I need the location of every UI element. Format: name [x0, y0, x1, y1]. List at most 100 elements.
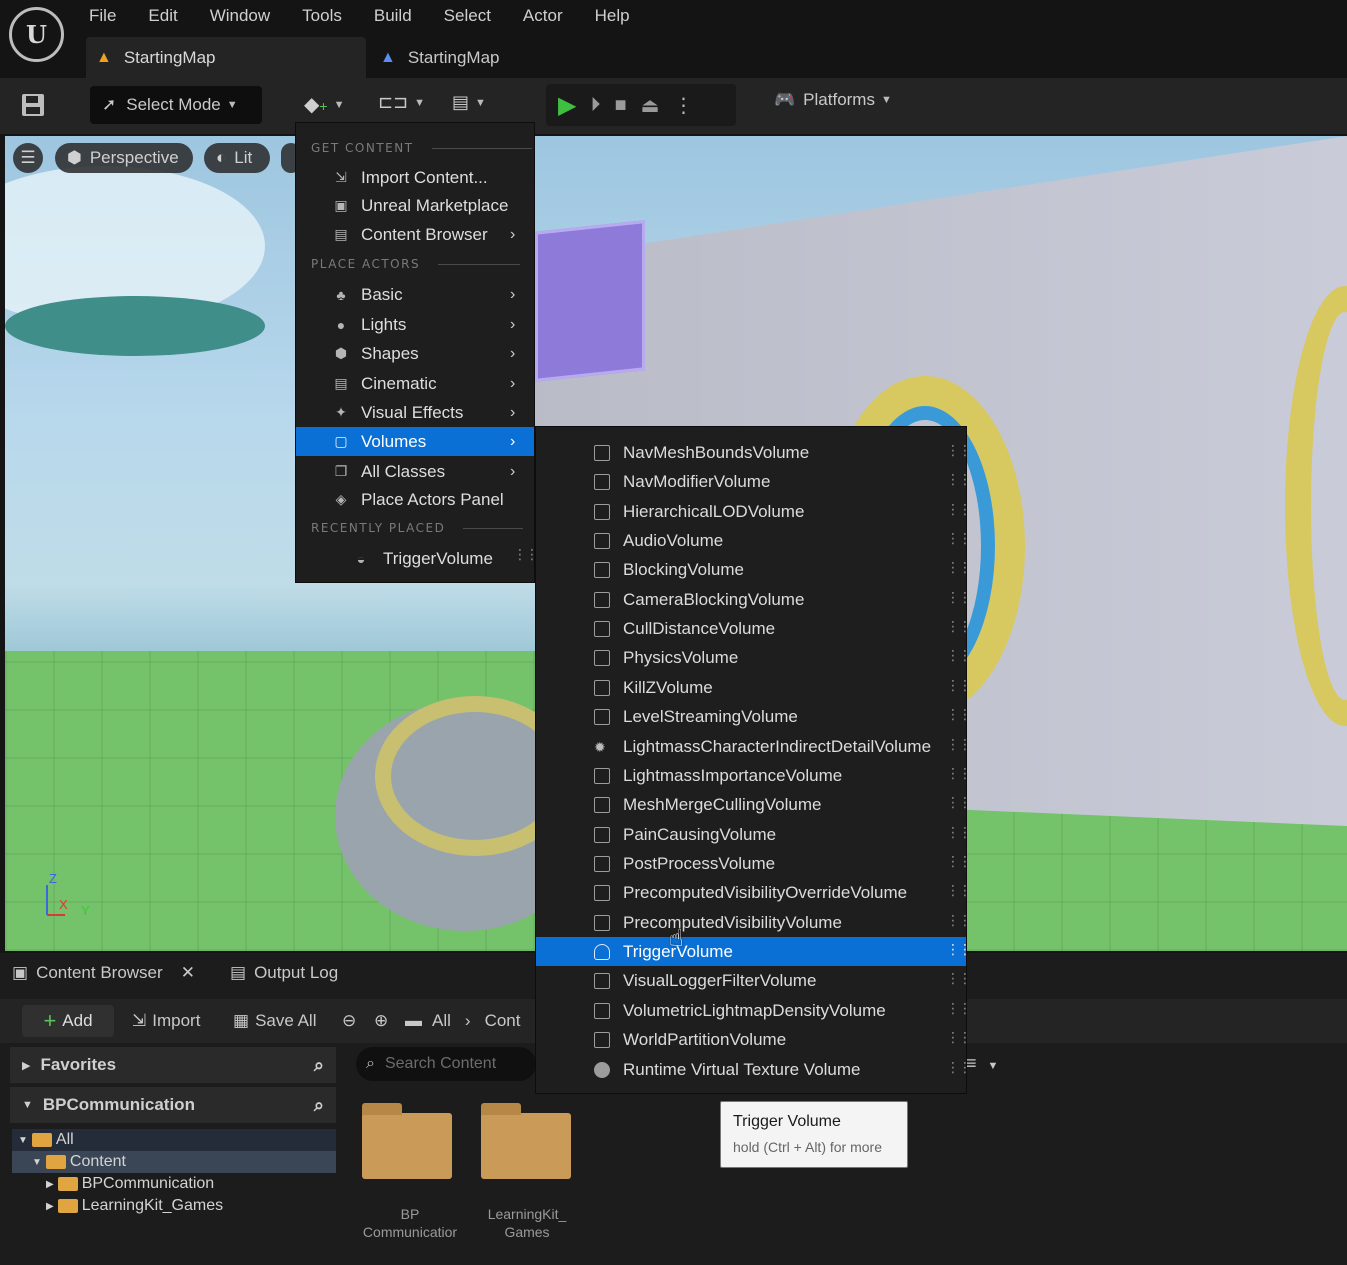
drag-handle-icon[interactable]: ⋮⋮: [946, 678, 972, 692]
volume-item-precomputedvisibilityoverridevolume[interactable]: PrecomputedVisibilityOverrideVolume ⋮⋮: [536, 878, 972, 907]
menu-build[interactable]: Build: [358, 4, 428, 28]
menu-tools[interactable]: Tools: [286, 4, 358, 28]
drag-handle-icon[interactable]: ⋮⋮: [946, 766, 972, 780]
menu-file[interactable]: File: [73, 4, 132, 28]
favorites-section[interactable]: ▶ Favorites ⌕: [10, 1047, 336, 1083]
volume-item-killzvolume[interactable]: KillZVolume ⋮⋮: [536, 673, 972, 702]
eject-icon[interactable]: ⏏: [641, 93, 660, 118]
drag-handle-icon[interactable]: ⋮⋮: [946, 472, 972, 486]
volume-item-visualloggerfiltervolume[interactable]: VisualLoggerFilterVolume ⋮⋮: [536, 966, 972, 995]
menu-all-classes[interactable]: ❐ All Classes ›: [296, 457, 534, 486]
drag-handle-icon[interactable]: ⋮⋮: [946, 737, 972, 751]
drag-handle-icon[interactable]: ⋮⋮: [946, 825, 972, 839]
volume-item-physicsvolume[interactable]: PhysicsVolume ⋮⋮: [536, 643, 972, 672]
play-icon[interactable]: ▶: [558, 91, 576, 120]
drag-handle-icon[interactable]: ⋮⋮: [946, 1001, 972, 1015]
add-button[interactable]: + Add: [22, 1005, 114, 1037]
menu-cinematic[interactable]: ▤ Cinematic ›: [296, 369, 534, 398]
drag-handle-icon[interactable]: ⋮⋮: [946, 942, 972, 956]
more-options-icon[interactable]: ⋮: [673, 93, 693, 118]
drag-handle-icon[interactable]: ⋮⋮: [946, 619, 972, 633]
tab-content-browser[interactable]: ▣ Content Browser ✕: [12, 963, 195, 983]
volume-item-triggervolume[interactable]: TriggerVolume ⋮⋮: [536, 937, 972, 966]
menu-basic[interactable]: ♣ Basic ›: [296, 280, 534, 309]
add-content-button[interactable]: ◆+ ▼: [304, 92, 344, 117]
tree-item-all[interactable]: ▼ All: [12, 1129, 336, 1151]
menu-content-browser[interactable]: ▤ Content Browser ›: [296, 220, 534, 249]
platforms-dropdown[interactable]: 🎮 Platforms ▼: [774, 90, 892, 110]
volume-item-lightmassimportancevolume[interactable]: LightmassImportanceVolume ⋮⋮: [536, 761, 972, 790]
folder-tile-learningkit-games[interactable]: [481, 1103, 571, 1179]
folder-tile-bpcommunication[interactable]: [362, 1103, 452, 1179]
save-button[interactable]: [20, 92, 48, 118]
search-content-input[interactable]: ⌕ Search Content: [356, 1047, 536, 1081]
menu-window[interactable]: Window: [194, 4, 286, 28]
tree-item-learningkit-games[interactable]: ▶ LearningKit_Games: [12, 1195, 336, 1217]
menu-edit[interactable]: Edit: [132, 4, 193, 28]
menu-shapes[interactable]: ⬢ Shapes ›: [296, 339, 534, 368]
tab-starting-map-blueprint[interactable]: ▲ StartingMap: [380, 37, 500, 78]
tab-output-log[interactable]: ▤ Output Log: [230, 963, 338, 983]
drag-handle-icon[interactable]: ⋮⋮: [946, 560, 972, 574]
drag-handle-icon[interactable]: ⋮⋮: [946, 1030, 972, 1044]
volume-item-volumetriclightmapdensityvolume[interactable]: VolumetricLightmapDensityVolume ⋮⋮: [536, 996, 972, 1025]
volume-item-levelstreamingvolume[interactable]: LevelStreamingVolume ⋮⋮: [536, 702, 972, 731]
menu-lights[interactable]: ● Lights ›: [296, 310, 534, 339]
drag-handle-icon[interactable]: ⋮⋮: [946, 590, 972, 604]
breadcrumb-content[interactable]: Cont: [485, 1011, 521, 1031]
drag-handle-icon[interactable]: ⋮⋮: [946, 795, 972, 809]
drag-handle-icon[interactable]: ⋮⋮: [946, 502, 972, 516]
menu-select[interactable]: Select: [428, 4, 507, 28]
drag-handle-icon[interactable]: ⋮⋮: [946, 531, 972, 545]
blueprint-button[interactable]: ⊏⊐ ▼: [378, 92, 425, 113]
volume-item-runtime-virtual-texture-volume[interactable]: Runtime Virtual Texture Volume ⋮⋮: [536, 1055, 972, 1084]
select-mode-dropdown[interactable]: ➚ Select Mode ▼: [90, 86, 262, 124]
filter-button[interactable]: ≡ ▼: [966, 1053, 998, 1074]
volume-item-worldpartitionvolume[interactable]: WorldPartitionVolume ⋮⋮: [536, 1025, 972, 1054]
tree-item-bpcommunication[interactable]: ▶ BPCommunication: [12, 1173, 336, 1195]
volume-item-audiovolume[interactable]: AudioVolume ⋮⋮: [536, 526, 972, 555]
volume-item-paincausingvolume[interactable]: PainCausingVolume ⋮⋮: [536, 820, 972, 849]
menu-visual-effects[interactable]: ✦ Visual Effects ›: [296, 398, 534, 427]
volume-item-culldistancevolume[interactable]: CullDistanceVolume ⋮⋮: [536, 614, 972, 643]
drag-handle-icon[interactable]: ⋮⋮: [946, 707, 972, 721]
perspective-button[interactable]: ⬢ Perspective: [55, 143, 193, 173]
tab-starting-map-active[interactable]: ▲ StartingMap: [86, 37, 366, 78]
drag-handle-icon[interactable]: ⋮⋮: [946, 443, 972, 457]
close-icon[interactable]: ✕: [181, 963, 195, 983]
drag-handle-icon[interactable]: ⋮⋮: [946, 648, 972, 662]
drag-handle-icon[interactable]: ⋮⋮: [946, 854, 972, 868]
menu-place-actors-panel[interactable]: ◈ Place Actors Panel: [296, 485, 534, 514]
save-all-button[interactable]: ▦ Save All: [233, 1011, 317, 1031]
menu-actor[interactable]: Actor: [507, 4, 579, 28]
unreal-logo-icon[interactable]: U: [9, 7, 64, 62]
volume-item-camerablockingvolume[interactable]: CameraBlockingVolume ⋮⋮: [536, 585, 972, 614]
menu-recent-trigger-volume[interactable]: ◒ TriggerVolume ⋮⋮: [296, 544, 539, 573]
drag-handle-icon[interactable]: ⋮⋮: [946, 1060, 972, 1074]
history-back-button[interactable]: ⊖: [342, 1011, 356, 1031]
viewport-options-button[interactable]: ☰: [13, 143, 43, 173]
drag-handle-icon[interactable]: ⋮⋮: [946, 883, 972, 897]
step-icon[interactable]: ⏵: [590, 94, 600, 117]
volume-item-navmodifiervolume[interactable]: NavModifierVolume ⋮⋮: [536, 467, 972, 496]
volume-item-lightmasscharacterindirectdetailvolume[interactable]: ✹ LightmassCharacterIndirectDetailVolume ⋮…: [536, 732, 972, 761]
menu-unreal-marketplace[interactable]: ▣ Unreal Marketplace: [296, 191, 534, 220]
drag-handle-icon[interactable]: ⋮⋮: [946, 971, 972, 985]
menu-volumes[interactable]: ▢ Volumes ›: [296, 427, 534, 456]
project-section[interactable]: ▼ BPCommunication ⌕: [10, 1087, 336, 1123]
volume-item-blockingvolume[interactable]: BlockingVolume ⋮⋮: [536, 555, 972, 584]
menu-import-content[interactable]: ⇲ Import Content...: [296, 163, 534, 192]
volume-item-navmeshboundsvolume[interactable]: NavMeshBoundsVolume ⋮⋮: [536, 438, 972, 467]
lit-button[interactable]: ◐ Lit: [204, 143, 270, 173]
drag-handle-icon[interactable]: ⋮⋮: [513, 547, 539, 561]
cinematics-button[interactable]: ▤ ▼: [452, 92, 486, 113]
volume-item-postprocessvolume[interactable]: PostProcessVolume ⋮⋮: [536, 849, 972, 878]
tree-item-content[interactable]: ▼ Content: [12, 1151, 336, 1173]
search-icon[interactable]: ⌕: [314, 1095, 324, 1116]
drag-handle-icon[interactable]: ⋮⋮: [946, 913, 972, 927]
import-button[interactable]: ⇲ Import: [132, 1011, 200, 1031]
volume-item-meshmergecullingvolume[interactable]: MeshMergeCullingVolume ⋮⋮: [536, 790, 972, 819]
stop-icon[interactable]: ■: [614, 94, 626, 117]
history-forward-button[interactable]: ⊕: [374, 1011, 388, 1031]
search-icon[interactable]: ⌕: [314, 1055, 324, 1076]
